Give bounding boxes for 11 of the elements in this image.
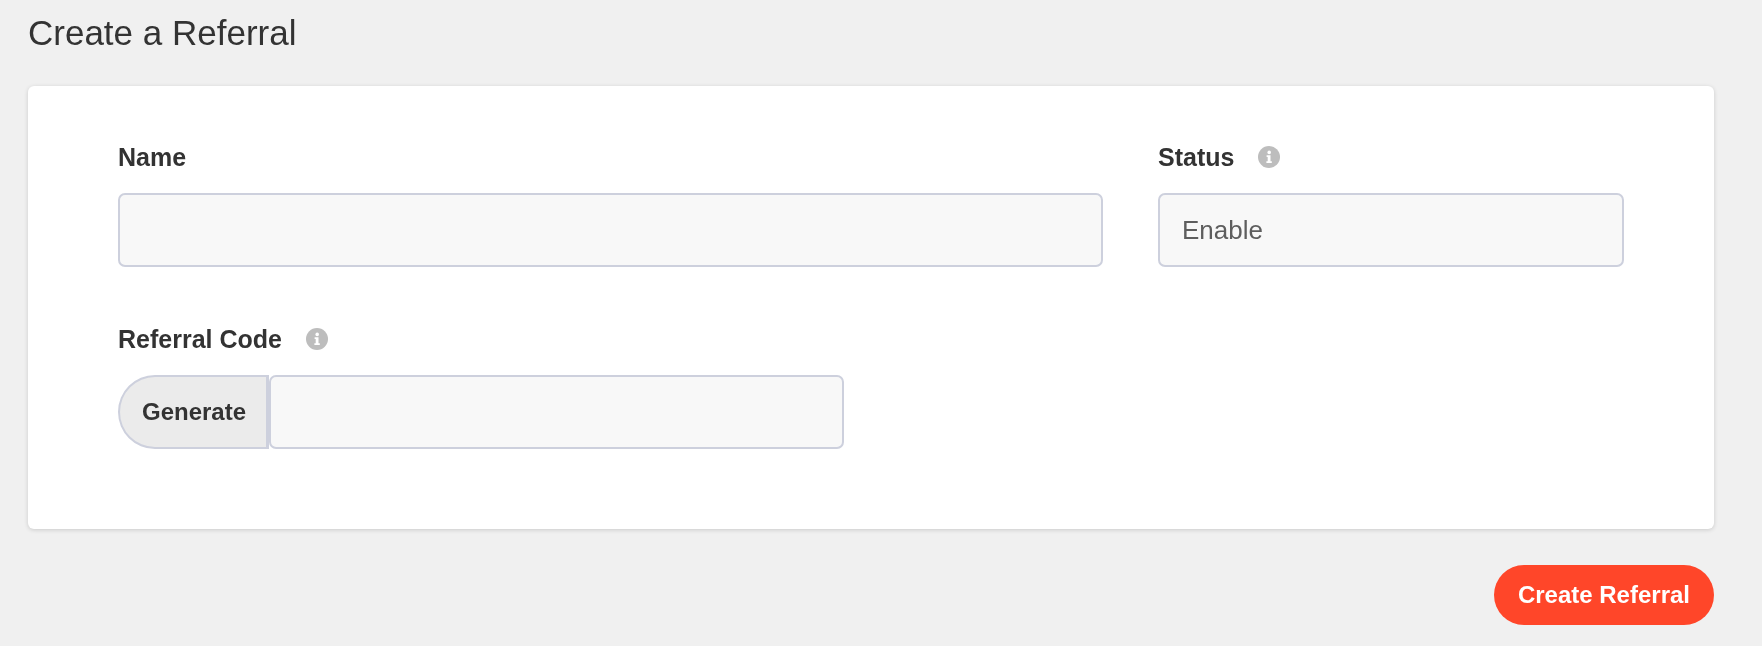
text-input[interactable] [118, 193, 1103, 267]
info-icon[interactable] [305, 328, 328, 350]
field-label: Name [118, 143, 187, 171]
create-referral-button[interactable]: Create Referral [1493, 565, 1714, 625]
field-label: Referral Code [118, 325, 282, 353]
code-input[interactable] [269, 375, 844, 449]
select-field[interactable]: Enable [1158, 193, 1624, 267]
generate-button[interactable]: Generate [118, 375, 270, 449]
info-icon[interactable] [1258, 146, 1281, 168]
field-label: Status [1158, 143, 1235, 171]
page-title: Create a Referral [28, 13, 297, 53]
